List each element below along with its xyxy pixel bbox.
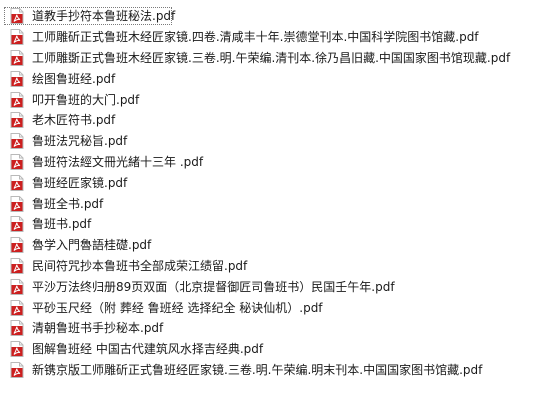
file-name: 鲁班书.pdf [32,217,92,232]
file-item[interactable]: 鲁班经匠家镜.pdf [4,172,541,193]
pdf-file-icon [10,49,24,66]
file-item[interactable]: 平砂玉尺经（附 葬经 鲁班经 选择纪全 秘诀仙机）.pdf [4,297,541,318]
file-item[interactable]: 老木匠符书.pdf [4,110,541,131]
pdf-file-icon [10,29,24,46]
file-item[interactable]: 工师雕斫正式鲁班木经匠家镜.四卷.清咸丰十年.崇德堂刊本.中国科学院图书馆藏.p… [4,27,541,48]
pdf-file-icon [10,299,24,316]
file-item[interactable]: 绘图鲁班经.pdf [4,68,541,89]
file-name: 平沙万法终归册89页双面（北京提督御匠司鲁班书）民国壬午年.pdf [32,279,395,294]
file-item[interactable]: 鲁班符法經文冊光緒十三年 .pdf [4,152,541,173]
file-list: 道教手抄符本鲁班秘法.pdf 工师雕斫正式鲁班木经匠家镜.四卷.清咸丰十年.崇德… [4,6,541,380]
file-item[interactable]: 鲁班法咒秘旨.pdf [4,131,541,152]
file-name: 鲁班法咒秘旨.pdf [32,134,128,149]
file-name: 绘图鲁班经.pdf [32,71,116,86]
file-name: 平砂玉尺经（附 葬经 鲁班经 选择纪全 秘诀仙机）.pdf [32,300,323,315]
file-item[interactable]: 工师雕斲正式鲁班木经匠家镜.三卷.明.午荣编.清刊本.徐乃昌旧藏.中国国家图书馆… [4,48,541,69]
pdf-file-icon [10,153,24,170]
file-item[interactable]: 魯学入門魯語桂礎.pdf [4,235,541,256]
file-name: 道教手抄符本鲁班秘法.pdf [32,9,176,24]
pdf-file-icon [10,112,24,129]
pdf-file-icon [10,174,24,191]
file-name: 图解鲁班经 中国古代建筑风水择吉经典.pdf [32,342,264,357]
file-name: 清朝鲁班书手抄秘本.pdf [32,321,164,336]
file-item[interactable]: 平沙万法终归册89页双面（北京提督御匠司鲁班书）民国壬午年.pdf [4,276,541,297]
pdf-file-icon [10,341,24,358]
file-item[interactable]: 图解鲁班经 中国古代建筑风水择吉经典.pdf [4,339,541,360]
pdf-file-icon [10,91,24,108]
file-item[interactable]: 鲁班全书.pdf [4,193,541,214]
file-name: 鲁班经匠家镜.pdf [32,175,128,190]
pdf-file-icon [10,70,24,87]
file-item[interactable]: 新镌京版工师雕斫正式鲁班经匠家镜.三卷.明.午荣编.明末刊本.中国国家图书馆藏.… [4,360,541,381]
file-name: 鲁班全书.pdf [32,196,104,211]
pdf-file-icon [10,361,24,378]
pdf-file-icon [10,278,24,295]
file-name: 工师雕斫正式鲁班木经匠家镜.四卷.清咸丰十年.崇德堂刊本.中国科学院图书馆藏.p… [32,30,479,45]
file-name: 老木匠符书.pdf [32,113,116,128]
file-name: 魯学入門魯語桂礎.pdf [32,238,152,253]
file-item[interactable]: 道教手抄符本鲁班秘法.pdf [4,6,541,27]
file-name: 鲁班符法經文冊光緒十三年 .pdf [32,154,204,169]
file-item[interactable]: 叩开鲁班的大门.pdf [4,89,541,110]
pdf-file-icon [10,216,24,233]
file-name: 叩开鲁班的大门.pdf [32,92,140,107]
file-item[interactable]: 鲁班书.pdf [4,214,541,235]
pdf-file-icon [10,320,24,337]
file-name: 民间符咒抄本鲁班书全部成荣江绩留.pdf [32,258,248,273]
pdf-file-icon [10,8,24,25]
pdf-file-icon [10,257,24,274]
file-name: 新镌京版工师雕斫正式鲁班经匠家镜.三卷.明.午荣编.明末刊本.中国国家图书馆藏.… [32,362,483,377]
pdf-file-icon [10,237,24,254]
file-item[interactable]: 清朝鲁班书手抄秘本.pdf [4,318,541,339]
file-item[interactable]: 民间符咒抄本鲁班书全部成荣江绩留.pdf [4,256,541,277]
pdf-file-icon [10,133,24,150]
pdf-file-icon [10,195,24,212]
file-name: 工师雕斲正式鲁班木经匠家镜.三卷.明.午荣编.清刊本.徐乃昌旧藏.中国国家图书馆… [32,50,511,65]
